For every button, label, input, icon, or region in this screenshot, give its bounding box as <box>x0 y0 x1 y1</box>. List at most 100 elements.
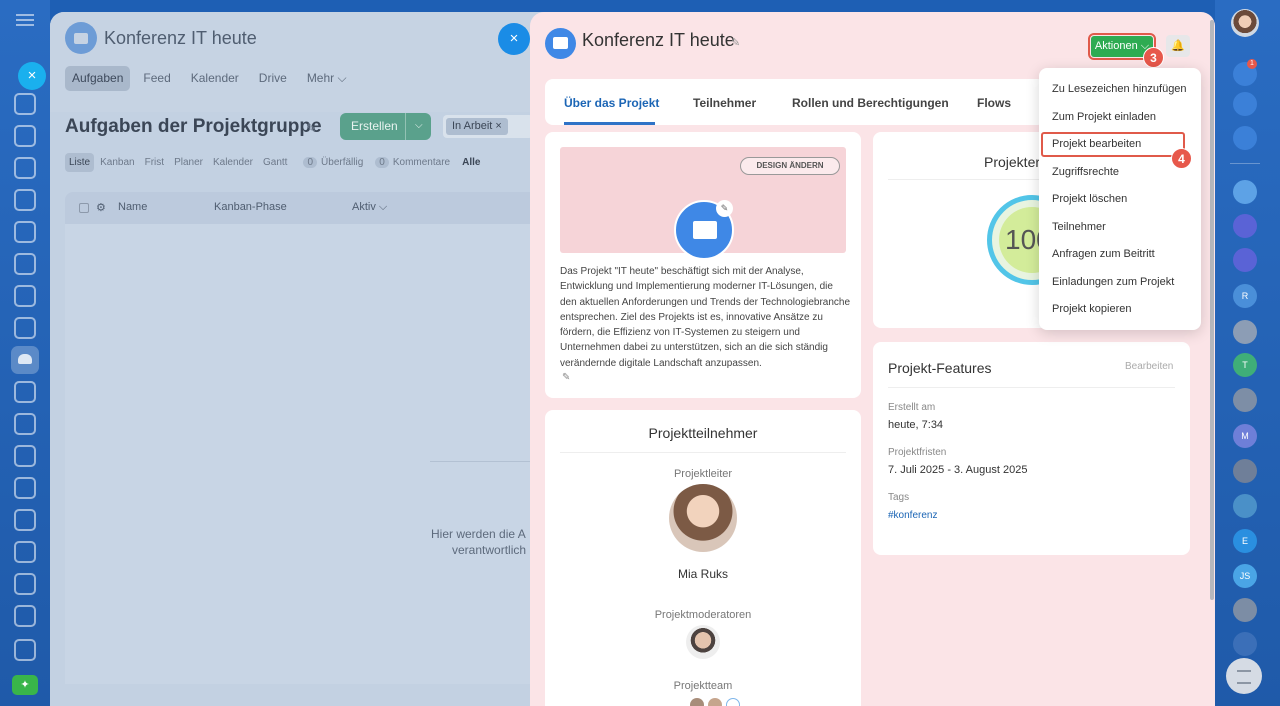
view-kanban[interactable]: Kanban <box>96 153 138 172</box>
leader-name[interactable]: Mia Ruks <box>545 567 861 581</box>
avatar[interactable] <box>1233 494 1257 518</box>
select-all-checkbox[interactable] <box>79 203 89 213</box>
column-kanban-phase[interactable]: Kanban-Phase <box>214 201 287 213</box>
avatar[interactable]: R <box>1233 284 1257 308</box>
tab-teilnehmer[interactable]: Teilnehmer <box>693 96 756 110</box>
docs-icon[interactable] <box>14 189 36 211</box>
chevron-down-icon[interactable]: ⌵ <box>415 120 423 131</box>
close-icon[interactable]: × <box>18 62 46 90</box>
column-aktiv[interactable]: Aktiv ⌵ <box>352 201 387 214</box>
avatar[interactable] <box>708 698 722 706</box>
divider <box>560 452 846 453</box>
menu-item-bookmark[interactable]: Zu Lesezeichen hinzufügen <box>1052 83 1187 95</box>
search-chat-icon[interactable] <box>1233 126 1257 150</box>
menu-item-invite[interactable]: Zum Projekt einladen <box>1052 111 1156 123</box>
avatar[interactable] <box>1233 598 1257 622</box>
filter-chip[interactable]: In Arbeit × <box>446 118 508 135</box>
tab-mehr[interactable]: Mehr ⌵ <box>300 66 354 91</box>
avatar[interactable]: M <box>1233 424 1257 448</box>
bell-icon[interactable]: 🔔 <box>1166 35 1190 57</box>
store-icon[interactable] <box>14 605 36 627</box>
features-edit-link[interactable]: Bearbeiten <box>1125 361 1173 372</box>
edit-description-icon[interactable]: ✎ <box>562 372 570 383</box>
menu-item-join-requests[interactable]: Anfragen zum Beitritt <box>1052 248 1155 260</box>
menu-item-access-rights[interactable]: Zugriffsrechte <box>1052 166 1119 178</box>
chat-icon[interactable] <box>14 125 36 147</box>
robot-icon[interactable] <box>14 573 36 595</box>
avatar[interactable] <box>690 698 704 706</box>
about-card: DESIGN ÄNDERN ✎ Das Projekt "IT heute" b… <box>545 132 861 398</box>
avatar[interactable] <box>1233 388 1257 412</box>
scrollbar[interactable] <box>1210 20 1214 600</box>
participants-title: Projektteilnehmer <box>648 425 758 441</box>
tab-flows[interactable]: Flows <box>977 96 1011 110</box>
mail-icon[interactable] <box>14 317 36 339</box>
menu-item-copy-project[interactable]: Projekt kopieren <box>1052 303 1132 315</box>
edit-title-icon[interactable]: ✎ <box>731 36 740 49</box>
tab-aufgaben[interactable]: Aufgaben <box>65 66 131 91</box>
tab-feed[interactable]: Feed <box>136 66 177 91</box>
gear-icon[interactable]: ⚙ <box>96 201 106 214</box>
view-kalender[interactable]: Kalender <box>209 153 257 172</box>
add-member-icon[interactable] <box>726 698 740 706</box>
leader-label: Projektleiter <box>673 468 733 480</box>
view-frist[interactable]: Frist <box>141 153 168 172</box>
gear-icon[interactable] <box>14 639 36 661</box>
rocket-icon[interactable]: ✦ <box>12 675 38 695</box>
timer-icon[interactable] <box>1233 92 1257 116</box>
counter-comments[interactable]: 0 Kommentare <box>375 157 450 168</box>
column-name[interactable]: Name <box>118 201 147 213</box>
shield-icon[interactable] <box>14 381 36 403</box>
menu-item-delete-project[interactable]: Projekt löschen <box>1052 193 1127 205</box>
chat-icon[interactable] <box>1233 180 1257 204</box>
background-panel: Konferenz IT heute Aufgaben Feed Kalende… <box>50 12 550 706</box>
page-title: Aufgaben der Projektgruppe <box>65 116 322 137</box>
view-liste[interactable]: Liste <box>65 153 95 172</box>
tab-kalender[interactable]: Kalender <box>184 66 246 91</box>
filter-icon[interactable] <box>14 285 36 307</box>
avatar[interactable] <box>1231 9 1259 37</box>
features-card: Projekt-Features Bearbeiten Erstellt am … <box>873 342 1190 555</box>
tab-rollen[interactable]: Rollen und Berechtigungen <box>792 96 949 110</box>
counter-all[interactable]: Alle <box>462 157 480 168</box>
team-label: Projektteam <box>673 680 733 692</box>
avatar[interactable] <box>686 625 720 659</box>
step-badge-3: 3 <box>1143 47 1164 68</box>
menu-item-members[interactable]: Teilnehmer <box>1052 221 1106 233</box>
notification-badge: 1 <box>1247 59 1257 69</box>
project-tabs: Über das Projekt Teilnehmer Rollen und B… <box>545 79 1045 125</box>
tab-ueber-das-projekt[interactable]: Über das Projekt <box>564 96 659 110</box>
view-gantt[interactable]: Gantt <box>259 153 291 172</box>
avatar[interactable] <box>1233 320 1257 344</box>
avatar[interactable]: E <box>1233 529 1257 553</box>
avatar[interactable]: JS <box>1233 564 1257 588</box>
target-icon[interactable] <box>1233 248 1257 272</box>
avatar[interactable] <box>1233 459 1257 483</box>
feed-icon[interactable] <box>14 93 36 115</box>
avatar[interactable] <box>669 484 737 552</box>
target-icon[interactable] <box>1233 214 1257 238</box>
tasks-icon[interactable] <box>14 221 36 243</box>
board-icon[interactable] <box>14 413 36 435</box>
cart-icon[interactable] <box>14 509 36 531</box>
hub-icon[interactable] <box>14 541 36 563</box>
avatar[interactable] <box>1233 632 1257 656</box>
counter-overdue[interactable]: 0 Überfällig <box>303 157 363 168</box>
edit-avatar-icon[interactable]: ✎ <box>716 200 733 217</box>
groups-icon[interactable] <box>11 346 39 374</box>
tag-link[interactable]: #konferenz <box>888 510 937 521</box>
menu-item-invitations[interactable]: Einladungen zum Projekt <box>1052 276 1174 288</box>
analytics-icon[interactable] <box>14 477 36 499</box>
view-planer[interactable]: Planer <box>170 153 207 172</box>
drive-icon[interactable] <box>14 253 36 275</box>
target-icon[interactable] <box>14 445 36 467</box>
menu-icon[interactable] <box>1226 658 1262 694</box>
menu-icon[interactable] <box>16 14 34 26</box>
change-design-button[interactable]: DESIGN ÄNDERN <box>740 157 840 175</box>
pin-icon[interactable]: ✎ <box>306 121 316 135</box>
tab-drive[interactable]: Drive <box>252 66 294 91</box>
menu-item-edit-project[interactable]: Projekt bearbeiten <box>1052 138 1141 150</box>
calendar-icon[interactable] <box>14 157 36 179</box>
slider-close-button[interactable]: × <box>498 23 530 55</box>
avatar[interactable]: T <box>1233 353 1257 377</box>
